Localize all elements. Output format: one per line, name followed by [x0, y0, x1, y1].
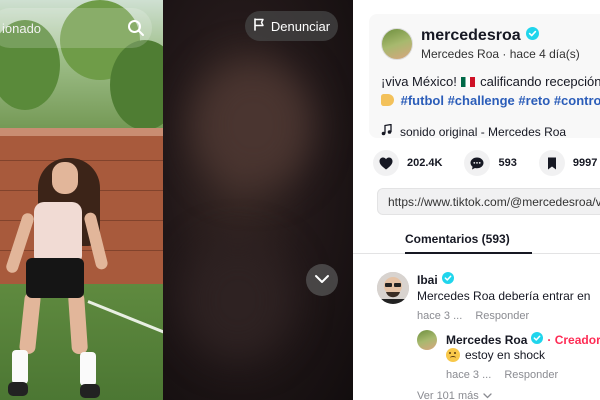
video-link-field[interactable]: https://www.tiktok.com/@mercedesroa/vide… — [377, 188, 600, 215]
reply-meta: hace 3 ... Responder — [446, 369, 558, 381]
comment-text: Mercedes Roa debería entrar en — [417, 289, 591, 303]
reply-author-name: Mercedes Roa — [446, 332, 528, 347]
caption-text-2: calificando recepción — [480, 74, 600, 89]
point-hand-icon — [381, 94, 394, 106]
blur-blob — [193, 60, 313, 190]
video-frame[interactable] — [0, 0, 163, 400]
author-display-name: Mercedes Roa — [421, 47, 500, 61]
comment-icon — [464, 150, 491, 176]
verified-icon — [531, 332, 544, 347]
chevron-down-icon — [314, 271, 330, 289]
hashtag-link[interactable]: #reto — [518, 93, 550, 108]
comment-author[interactable]: Ibai — [417, 272, 454, 287]
person-top — [34, 202, 82, 262]
heart-icon — [373, 150, 399, 176]
post-time: hace 4 día(s) — [509, 47, 580, 61]
verified-icon — [525, 27, 539, 45]
post-caption: ¡viva México! calificando recepción #fut… — [381, 72, 600, 110]
comment-time: hace 3 ... — [417, 310, 463, 322]
person-shoe — [80, 384, 100, 398]
search-input[interactable]: ionado — [0, 8, 152, 48]
reply-text-row: estoy en shock — [446, 348, 545, 362]
comment-button[interactable]: 593 — [464, 150, 517, 176]
tab-underline — [405, 252, 532, 254]
reply-author[interactable]: Mercedes Roa · Creador — [446, 332, 600, 347]
creator-badge: · Creador — [547, 333, 600, 347]
like-button[interactable]: 202.4K — [373, 150, 442, 176]
tab-comments[interactable]: Comentarios (593) — [405, 232, 510, 246]
author-avatar[interactable] — [381, 28, 413, 60]
sad-face-icon — [446, 348, 460, 362]
music-link[interactable]: sonido original - Mercedes Roa — [381, 123, 567, 139]
comment-author-name: Ibai — [417, 272, 438, 287]
like-count: 202.4K — [407, 157, 443, 169]
bookmark-icon — [538, 150, 565, 176]
hashtag-link[interactable]: #futbol — [401, 93, 444, 108]
verified-icon — [441, 272, 454, 287]
person-shoe — [8, 382, 28, 396]
next-video-button[interactable] — [306, 264, 338, 296]
search-icon[interactable] — [120, 12, 152, 44]
video-wall-cap — [0, 128, 163, 136]
report-button[interactable]: Denunciar — [245, 11, 338, 41]
separator-dot: · — [502, 47, 510, 61]
view-more-replies[interactable]: Ver 101 más — [417, 390, 492, 400]
reply-button[interactable]: Responder — [504, 369, 558, 381]
report-label: Denunciar — [270, 18, 331, 34]
hashtag-link[interactable]: #control — [554, 93, 600, 108]
comment-count: 593 — [498, 157, 517, 169]
hashtag-link[interactable]: #challenge — [448, 93, 515, 108]
save-count: 9997 — [572, 157, 598, 169]
search-placeholder: ionado — [2, 20, 42, 36]
person-sock — [80, 352, 96, 386]
reply-avatar[interactable] — [417, 330, 437, 350]
creator-label: Creador — [554, 332, 600, 347]
reply-button[interactable]: Responder — [475, 310, 529, 322]
save-button[interactable]: 9997 — [538, 150, 598, 176]
reply-text: estoy en shock — [465, 348, 546, 362]
video-player[interactable]: ionado Denunciar — [0, 0, 353, 400]
comment-tabs: Comentarios (593) — [353, 224, 600, 254]
post-info-card: mercedesroa Mercedes Roa · hace 4 día(s)… — [369, 14, 600, 139]
flag-icon — [253, 18, 265, 34]
details-panel: mercedesroa Mercedes Roa · hace 4 día(s)… — [353, 0, 600, 400]
author-subline: Mercedes Roa · hace 4 día(s) — [421, 47, 580, 61]
person-sock — [12, 350, 28, 384]
music-title: sonido original - Mercedes Roa — [400, 124, 567, 139]
blur-blob — [183, 240, 293, 360]
caption-text: ¡viva México! — [381, 74, 457, 89]
tiktok-video-page: ionado Denunciar mercedesroa Mercedes Ro… — [0, 0, 600, 400]
author-username[interactable]: mercedesroa — [421, 27, 539, 45]
music-note-icon — [381, 123, 392, 139]
action-bar: 202.4K 593 9997 — [373, 150, 600, 176]
video-link-text: https://www.tiktok.com/@mercedesroa/vide… — [388, 194, 600, 209]
blurred-background — [163, 0, 353, 400]
comment-avatar[interactable] — [377, 272, 409, 304]
reply-time: hace 3 ... — [446, 369, 492, 381]
comment-meta: hace 3 ... Responder — [417, 310, 529, 322]
creator-dot: · — [547, 332, 555, 347]
person-shorts — [26, 258, 84, 298]
person-face — [52, 162, 78, 194]
chevron-down-icon — [483, 390, 492, 400]
mexico-flag-icon — [461, 77, 476, 87]
username-text: mercedesroa — [421, 27, 521, 44]
view-more-label: Ver 101 más — [417, 390, 479, 400]
